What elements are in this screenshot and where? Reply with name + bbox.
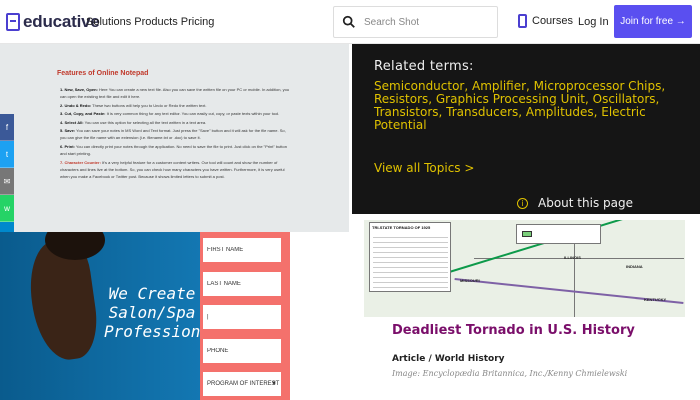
phone-field[interactable]	[203, 339, 281, 363]
feature-name: 5. Save:	[60, 128, 76, 134]
tornado-map: TRI-STATE TORNADO OF 1925 ILLINOIS MISSO…	[364, 220, 685, 317]
notepad-feature-item: 4. Select All: You can use this option f…	[60, 119, 292, 126]
related-terms-links[interactable]: Semiconductor, Amplifier, Microprocessor…	[374, 80, 684, 132]
tornado-tile[interactable]: TRI-STATE TORNADO OF 1925 ILLINOIS MISSO…	[364, 220, 685, 400]
info-icon: i	[517, 197, 528, 209]
state-label: INDIANA	[626, 264, 643, 269]
feature-name: 6. Print:	[60, 143, 75, 149]
page: educative Solutions Products Pricing Cou…	[0, 0, 700, 400]
notepad-feature-item: 7. Character Counter: It's a very helpfu…	[60, 159, 292, 181]
salon-tagline: We Create Salon/Spa Professionals	[104, 284, 230, 341]
notepad-feature-list: 1. New, Save, Open: Here You can create …	[60, 86, 292, 182]
related-terms-tile[interactable]: Related terms: Semiconductor, Amplifier,…	[352, 44, 700, 214]
facebook-icon[interactable]: f	[0, 114, 14, 141]
map-key	[516, 224, 601, 244]
courses-link[interactable]: Courses	[518, 14, 573, 28]
state-label: KENTUCKY	[644, 297, 667, 302]
mobile-icon	[518, 14, 527, 28]
chevron-down-icon: ▼	[271, 381, 277, 387]
map-key-swatch	[522, 231, 532, 237]
whatsapp-icon[interactable]: w	[0, 195, 14, 222]
email-field[interactable]	[203, 305, 281, 329]
feature-description: It is very common thing for any text edi…	[105, 111, 280, 117]
feature-name: 3. Cut, Copy, and Paste:	[60, 111, 106, 117]
program-select-label: PROGRAM OF INTEREST	[207, 381, 280, 387]
feature-name: 2. Undo & Redo:	[60, 102, 92, 108]
top-header: educative Solutions Products Pricing Cou…	[0, 0, 700, 44]
feature-description: You can save your notes in MS Word and T…	[60, 128, 286, 141]
map-table-rows	[373, 233, 448, 289]
join-button[interactable]: Join for free →	[614, 5, 692, 38]
courses-label: Courses	[532, 15, 573, 27]
related-heading: Related terms:	[374, 59, 474, 74]
about-page-link[interactable]: i About this page	[517, 196, 633, 210]
notepad-feature-item: 2. Undo & Redo: These two buttons will h…	[60, 102, 292, 109]
nav-links[interactable]: Solutions Products Pricing	[86, 16, 214, 28]
first-name-field[interactable]	[203, 238, 281, 262]
view-all-topics-link[interactable]: View all Topics >	[374, 161, 474, 175]
notepad-feature-item: 6. Print: You can directly print your no…	[60, 143, 292, 158]
feature-description: You can use this option for selecting al…	[83, 119, 207, 125]
feature-description: These two buttons will help you to Undo …	[91, 102, 207, 108]
feature-description: You can directly print your notes throug…	[60, 143, 287, 157]
program-select[interactable]: PROGRAM OF INTEREST ▼	[203, 372, 281, 396]
tornado-type: Article / World History	[392, 354, 505, 364]
feature-name: 7. Character Counter:	[60, 159, 101, 165]
map-table-title: TRI-STATE TORNADO OF 1925	[372, 225, 431, 230]
about-label: About this page	[538, 196, 633, 210]
search-icon	[342, 15, 355, 28]
notepad-feature-item: 5. Save: You can save your notes in MS W…	[60, 127, 292, 142]
notepad-feature-item: 3. Cut, Copy, and Paste: It is very comm…	[60, 110, 292, 117]
search-box[interactable]	[333, 6, 498, 38]
notepad-feature-item: 1. New, Save, Open: Here You can create …	[60, 86, 292, 101]
tornado-credit: Image: Encyclopædia Britannica, Inc./Ken…	[392, 369, 628, 378]
login-link[interactable]: Log In	[578, 16, 609, 28]
tornado-title[interactable]: Deadliest Tornado in U.S. History	[392, 324, 662, 338]
twitter-icon[interactable]: t	[0, 141, 14, 168]
feature-name: 4. Select All:	[60, 119, 84, 125]
email-icon[interactable]: ✉	[0, 168, 14, 195]
state-label: MISSOURI	[460, 278, 480, 283]
share-bar: ft✉w◄	[0, 114, 14, 249]
logo-icon	[6, 13, 20, 31]
last-name-field[interactable]	[203, 272, 281, 296]
state-label: ILLINOIS	[564, 255, 581, 260]
map-data-table: TRI-STATE TORNADO OF 1925	[369, 222, 451, 292]
notepad-title: Features of Online Notepad	[57, 70, 149, 77]
search-input[interactable]	[364, 16, 484, 28]
feature-name: 1. New, Save, Open:	[60, 87, 98, 92]
notepad-tile[interactable]: ft✉w◄ Features of Online Notepad 1. New,…	[0, 44, 349, 249]
